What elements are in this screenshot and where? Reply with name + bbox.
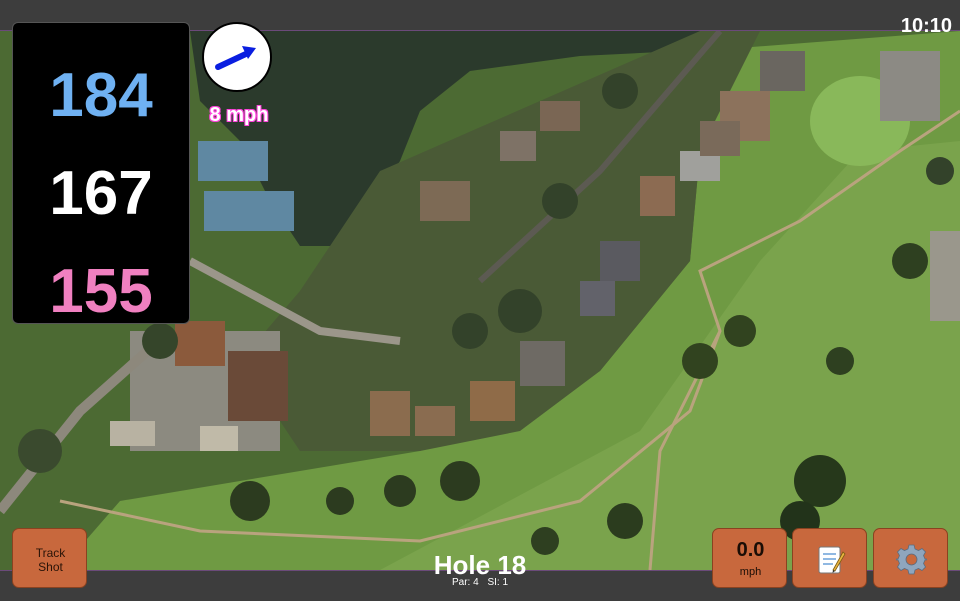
track-shot-button[interactable]: Track Shot: [12, 528, 87, 588]
wind-speed: 8 mph: [209, 104, 269, 126]
middle-distance: 167: [49, 159, 153, 228]
hole-par: Par: 4: [451, 577, 479, 588]
hole-stroke-index: SI: 1: [487, 577, 509, 588]
settings-button[interactable]: [873, 528, 948, 588]
swing-speed-button[interactable]: 0.0 mph: [712, 528, 787, 588]
hole-info: Par: 4 SI: 1: [400, 577, 560, 588]
track-shot-label: Track Shot: [35, 546, 66, 574]
arrow-northeast-icon: [215, 46, 256, 70]
back-distance: 184: [49, 61, 153, 130]
notes-button[interactable]: [792, 528, 867, 588]
gear-icon: [895, 544, 928, 575]
wind-direction-dial: [202, 22, 272, 92]
clock: 10:10: [900, 15, 952, 37]
distance-panel: 184 167 155: [12, 22, 190, 324]
notepad-icon: [815, 544, 846, 575]
front-distance: 155: [49, 257, 153, 326]
speed-value: 0.0: [736, 539, 765, 561]
speed-unit: mph: [739, 566, 762, 578]
